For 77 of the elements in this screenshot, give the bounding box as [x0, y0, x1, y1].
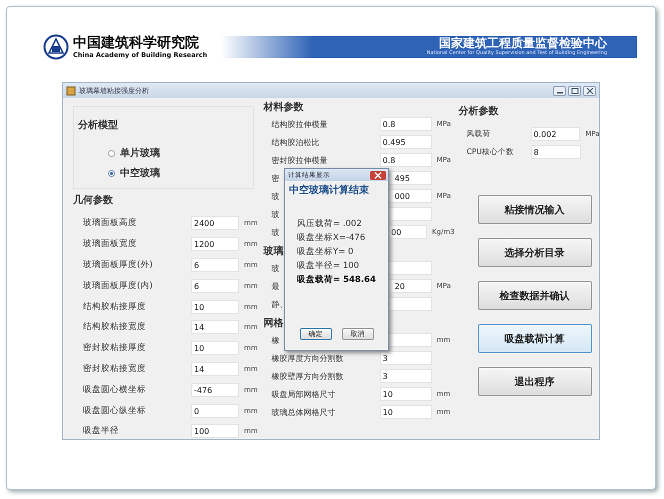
- field-label: 最: [272, 282, 280, 290]
- input-field[interactable]: 1200: [191, 237, 239, 252]
- input-field[interactable]: 10: [191, 341, 239, 356]
- field-label: 结构胶泊松比: [272, 138, 320, 146]
- field-label: 静、: [272, 300, 288, 308]
- action-button[interactable]: 吸盘载荷计算: [478, 324, 592, 353]
- section-title: 网格: [264, 316, 284, 330]
- input-field[interactable]: 2400: [191, 216, 239, 230]
- field-label: 结构胶粘接宽度: [83, 321, 147, 334]
- field-label: 结构胶粘接厚度: [83, 300, 147, 313]
- app-icon: [66, 86, 76, 96]
- result-line: 吸盘坐标Y= 0: [297, 247, 354, 257]
- input-field[interactable]: 0.8: [380, 117, 432, 131]
- input-field[interactable]: 6: [191, 278, 239, 293]
- field-label: 玻璃总体网格尺寸: [272, 408, 336, 416]
- result-line: 吸盘坐标X=-476: [297, 233, 366, 243]
- input-field[interactable]: 10: [380, 405, 432, 419]
- field-label: 玻璃面板厚度(内): [83, 280, 154, 292]
- result-line: 风压载荷= .002: [297, 219, 363, 229]
- input-field[interactable]: 3: [380, 351, 432, 365]
- maximize-button[interactable]: [568, 86, 581, 96]
- action-button[interactable]: 选择分析目录: [478, 238, 592, 267]
- field-label: 橡: [272, 336, 280, 344]
- field-label: 玻: [272, 210, 280, 218]
- close-icon[interactable]: [586, 88, 594, 94]
- field-label: 玻璃面板厚度(外): [83, 258, 154, 271]
- input-field[interactable]: 0.8: [380, 153, 432, 167]
- field-label: 吸盘圆心横坐标: [83, 384, 147, 396]
- input-field[interactable]: -476: [191, 382, 239, 397]
- input-field[interactable]: 8: [530, 145, 581, 159]
- minimize-button[interactable]: [553, 86, 566, 96]
- result-line: 吸盘半径= 100: [297, 261, 360, 271]
- org-name: 中国建筑科学研究院: [73, 35, 200, 51]
- input-field[interactable]: 3: [380, 369, 432, 383]
- input-field[interactable]: 6: [191, 258, 239, 272]
- input-field[interactable]: 10: [380, 387, 432, 401]
- field-label: 吸盘局部网格尺寸: [272, 390, 336, 398]
- section-title: 几何参数: [73, 194, 114, 207]
- radio-option[interactable]: 中空玻璃: [108, 166, 253, 180]
- field-label: 吸盘圆心纵坐标: [83, 404, 147, 417]
- field-label: 密封胶粘接宽度: [83, 362, 147, 375]
- radio-option[interactable]: 单片玻璃: [108, 146, 253, 160]
- input-field[interactable]: 0.495: [380, 135, 432, 149]
- field-label: 玻: [272, 228, 280, 236]
- center-name: 国家建筑工程质量监督检验中心: [439, 37, 607, 50]
- input-field[interactable]: 10: [191, 300, 239, 314]
- action-button[interactable]: 粘接情况输入: [478, 195, 592, 224]
- field-label: 密: [272, 174, 280, 182]
- field-label: 密封胶粘接厚度: [83, 342, 147, 354]
- input-field[interactable]: 14: [191, 362, 239, 376]
- close-button[interactable]: [583, 86, 596, 96]
- maximize-icon[interactable]: [570, 88, 578, 94]
- result-line: 吸盘载荷= 548.64: [297, 275, 377, 285]
- field-label: 玻: [272, 264, 280, 272]
- field-label: 橡胶壁厚方向分割数: [272, 372, 344, 380]
- action-button[interactable]: 检查数据并确认: [478, 281, 592, 310]
- field-label: 玻璃面板高度: [83, 217, 138, 230]
- field-label: 密封胶拉伸模量: [272, 156, 328, 164]
- radio-icon[interactable]: [108, 170, 115, 176]
- input-field[interactable]: 0.002: [530, 127, 580, 141]
- field-label: 玻: [272, 192, 280, 200]
- input-field[interactable]: 14: [191, 320, 239, 334]
- section-title: 玻璃: [264, 244, 284, 258]
- field-label: 橡胶厚度方向分割数: [272, 354, 344, 362]
- input-field[interactable]: 100: [191, 424, 239, 438]
- dialog-heading: 中空玻璃计算结束: [288, 183, 370, 197]
- building-logo-icon: [43, 34, 69, 60]
- section-title: 分析参数: [458, 104, 499, 118]
- radio-icon[interactable]: [108, 150, 115, 156]
- action-button[interactable]: 退出程序: [478, 367, 592, 396]
- close-button[interactable]: [370, 170, 386, 180]
- section-title: 分析模型: [78, 120, 118, 131]
- field-label: 结构胶拉伸模量: [272, 120, 328, 128]
- field-label: 玻璃面板宽度: [83, 238, 138, 250]
- input-field[interactable]: 0: [191, 404, 239, 418]
- section-title: 材料参数: [264, 100, 304, 114]
- field-label: 吸盘半径: [83, 425, 120, 438]
